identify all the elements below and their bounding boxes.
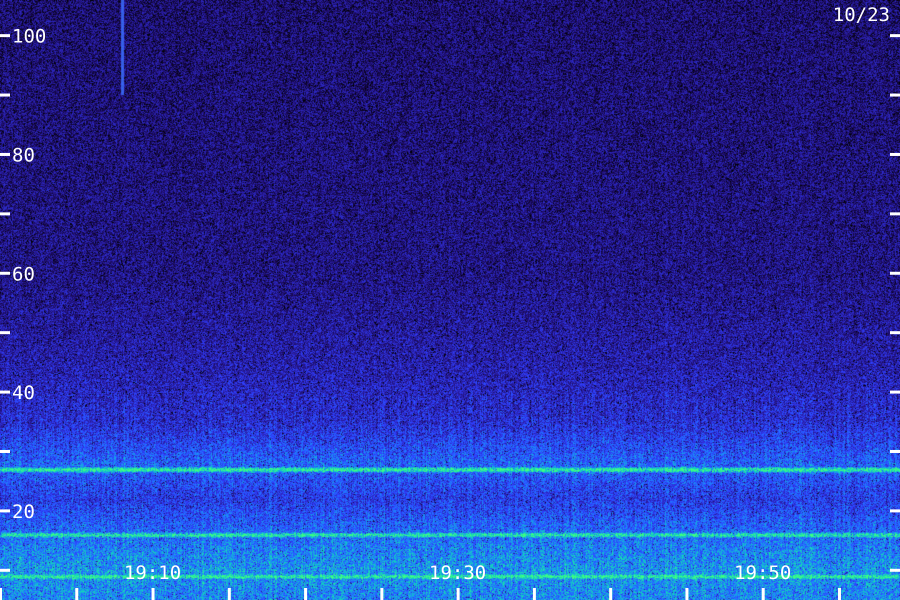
x-tick-label: 19:10: [124, 562, 181, 584]
x-tick: [685, 588, 689, 600]
y-tick-left: [0, 34, 10, 38]
y-tick-label: 20: [12, 501, 35, 523]
x-tick: [227, 588, 231, 600]
y-tick-left: [0, 390, 10, 394]
y-tick-right: [890, 271, 900, 275]
y-tick-left: [0, 152, 10, 156]
y-tick-right: [890, 152, 900, 156]
date-label: 10/23: [832, 4, 890, 26]
y-tick-labels: 100 80 60 40 20: [12, 26, 46, 523]
x-tick: [75, 588, 79, 600]
y-tick-left: [0, 568, 10, 572]
x-tick: [761, 588, 765, 600]
x-tick: [837, 588, 841, 600]
x-tick-labels: 19:10 19:30 19:50: [124, 562, 791, 584]
y-tick-label: 60: [12, 263, 35, 285]
y-tick-right: [890, 34, 900, 38]
x-tick: [532, 588, 536, 600]
x-tick-label: 19:30: [429, 562, 486, 584]
x-ticks: [0, 588, 841, 600]
y-tick-left: [0, 271, 10, 275]
y-tick-left: [0, 509, 10, 513]
y-tick-right: [890, 390, 900, 394]
y-tick-label: 80: [12, 144, 35, 166]
y-ticks-right: [890, 34, 900, 572]
x-tick: [609, 588, 613, 600]
x-tick: [456, 588, 460, 600]
y-tick-label: 40: [12, 382, 35, 404]
y-tick-right: [890, 568, 900, 572]
y-tick-left: [0, 212, 10, 216]
y-tick-right: [890, 212, 900, 216]
y-tick-left: [0, 93, 10, 97]
y-tick-right: [890, 449, 900, 453]
x-tick: [380, 588, 384, 600]
x-tick: [151, 588, 155, 600]
x-tick: [0, 588, 2, 600]
y-tick-left: [0, 449, 10, 453]
y-tick-right: [890, 509, 900, 513]
y-tick-left: [0, 331, 10, 335]
y-tick-right: [890, 93, 900, 97]
x-tick-label: 19:50: [734, 562, 791, 584]
y-tick-right: [890, 331, 900, 335]
y-ticks-left: [0, 34, 10, 572]
axes-overlay: 100 80 60 40 20 19:10 19:30 19:50: [0, 26, 900, 600]
x-tick: [304, 588, 308, 600]
y-tick-label: 100: [12, 26, 46, 48]
